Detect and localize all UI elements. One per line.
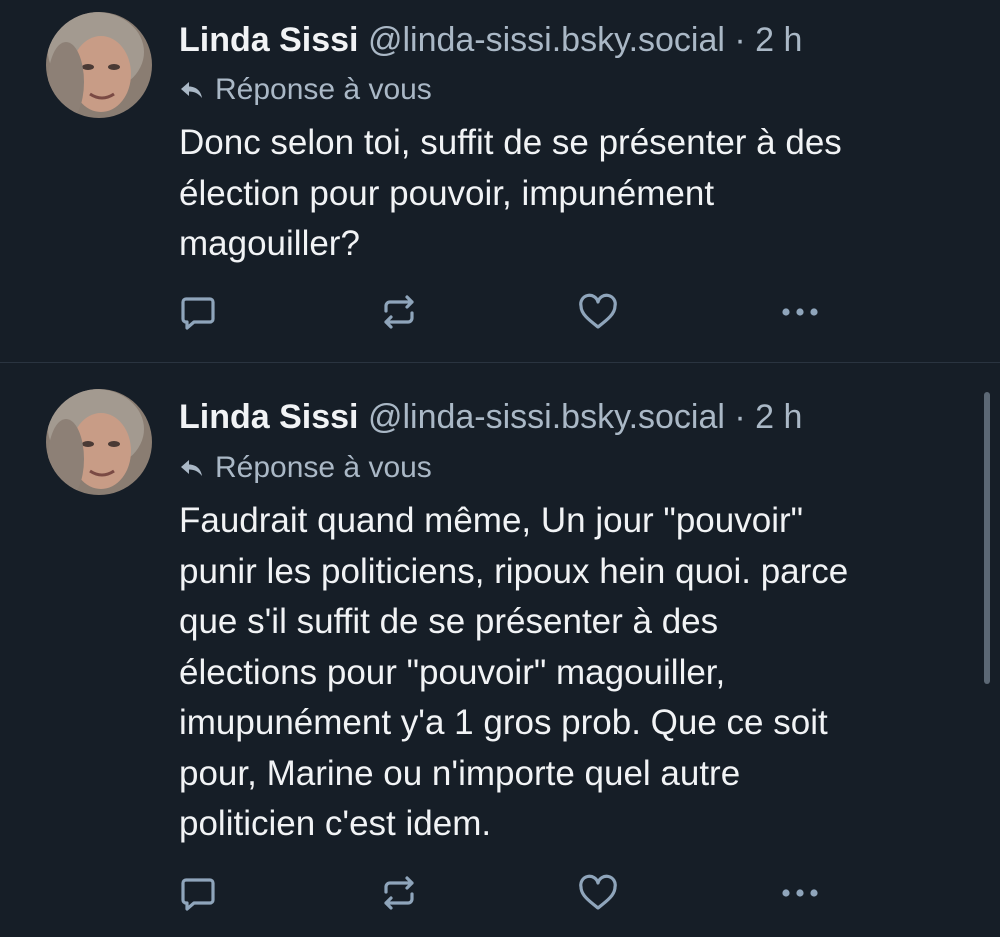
reply-arrow-icon bbox=[181, 82, 202, 98]
post-text-line: élection pour pouvoir, impunément bbox=[179, 173, 715, 213]
more-icon bbox=[782, 889, 818, 897]
like-button[interactable] bbox=[576, 871, 620, 915]
comment-icon bbox=[181, 878, 215, 911]
heart-icon bbox=[579, 874, 617, 910]
post-text-line: imupunément y'a 1 gros prob. Que ce soit bbox=[179, 703, 828, 742]
post-text-line: que s'il suffit de se présenter à des bbox=[179, 602, 719, 641]
reply-label: Réponse à vous bbox=[215, 73, 432, 106]
reply-arrow-icon bbox=[181, 460, 202, 476]
repost-button[interactable] bbox=[377, 871, 421, 915]
comment-button[interactable] bbox=[176, 290, 220, 334]
repost-icon bbox=[384, 295, 414, 329]
like-button[interactable] bbox=[576, 290, 620, 334]
heart-icon bbox=[579, 293, 617, 329]
post-text-line: élections pour "pouvoir" magouiller, bbox=[179, 652, 726, 692]
post-actions bbox=[0, 871, 1000, 915]
post-text-line: Donc selon toi, suffit de se présenter à… bbox=[179, 123, 842, 162]
author-handle[interactable]: @linda-sissi.bsky.social bbox=[368, 21, 725, 59]
post-text: Donc selon toi, suffit de se présenter à… bbox=[179, 118, 979, 270]
separator-dot: · bbox=[734, 21, 746, 59]
avatar[interactable] bbox=[46, 389, 152, 495]
avatar[interactable] bbox=[46, 12, 152, 118]
more-button[interactable] bbox=[778, 290, 822, 334]
post[interactable]: Linda Sissi @linda-sissi.bsky.social · 2… bbox=[0, 0, 1000, 362]
author-handle[interactable]: @linda-sissi.bsky.social bbox=[368, 398, 725, 436]
more-icon bbox=[782, 308, 818, 316]
post-text-line: pour, Marine ou n'importe quel autre bbox=[179, 753, 741, 793]
author-name[interactable]: Linda Sissi bbox=[179, 21, 359, 59]
post-time[interactable]: 2 h bbox=[755, 21, 802, 59]
post[interactable]: Linda Sissi @linda-sissi.bsky.social · 2… bbox=[0, 363, 1000, 937]
reply-label: Réponse à vous bbox=[215, 451, 432, 484]
post-text-line: politicien c'est idem. bbox=[179, 804, 492, 843]
repost-icon bbox=[384, 876, 414, 910]
comment-button[interactable] bbox=[176, 871, 220, 915]
reply-context: Réponse à vous bbox=[179, 450, 432, 486]
author-name[interactable]: Linda Sissi bbox=[179, 398, 359, 436]
post-actions bbox=[0, 290, 1000, 334]
comment-icon bbox=[181, 297, 215, 330]
post-text-line: punir les politiciens, ripoux hein quoi.… bbox=[179, 551, 849, 591]
more-button[interactable] bbox=[778, 871, 822, 915]
post-header: Linda Sissi @linda-sissi.bsky.social · 2… bbox=[179, 20, 802, 60]
reply-context: Réponse à vous bbox=[179, 72, 432, 108]
post-text-line: Faudrait quand même, Un jour "pouvoir" bbox=[179, 501, 804, 540]
repost-button[interactable] bbox=[377, 290, 421, 334]
post-text: Faudrait quand même, Un jour "pouvoir" p… bbox=[179, 496, 979, 850]
post-time[interactable]: 2 h bbox=[755, 398, 802, 436]
post-feed: Linda Sissi @linda-sissi.bsky.social · 2… bbox=[0, 0, 1000, 937]
scrollbar[interactable] bbox=[984, 392, 990, 684]
post-text-line: magouiller? bbox=[179, 224, 360, 263]
post-header: Linda Sissi @linda-sissi.bsky.social · 2… bbox=[179, 397, 802, 437]
separator-dot: · bbox=[734, 398, 746, 436]
